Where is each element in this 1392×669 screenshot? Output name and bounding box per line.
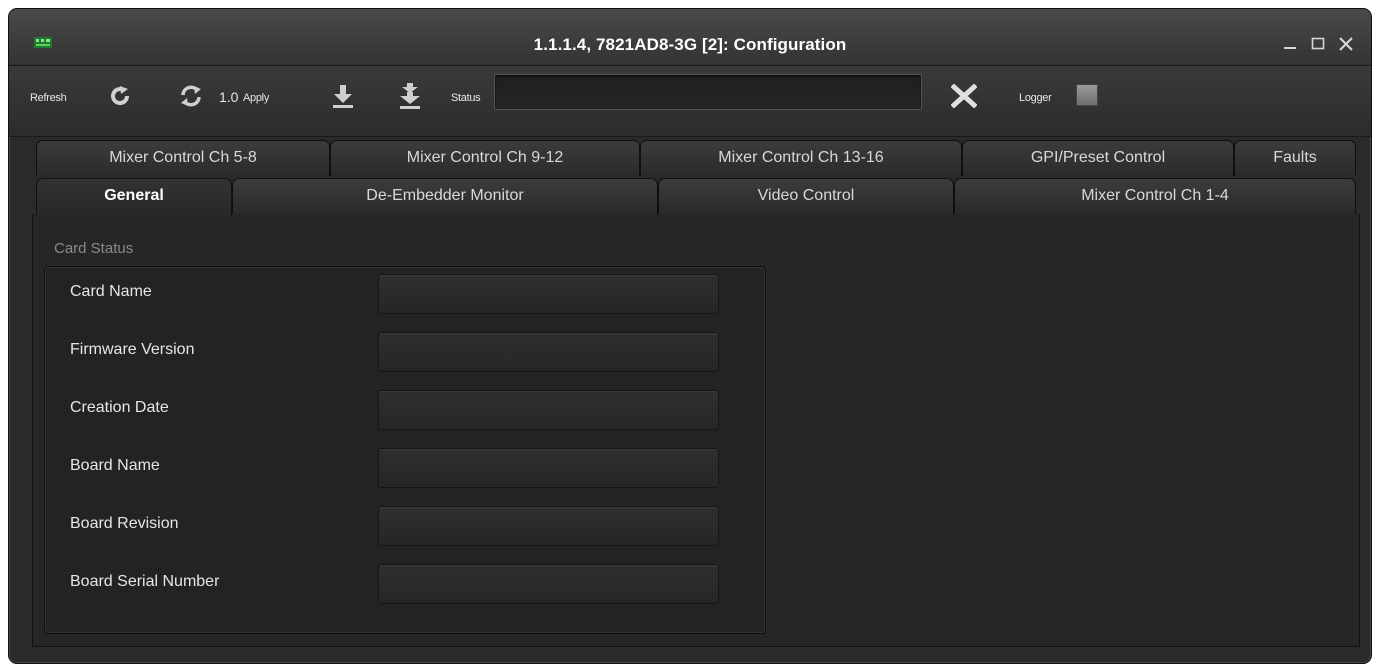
download-icon[interactable] xyxy=(331,83,355,109)
card-name-field[interactable] xyxy=(378,274,719,314)
minimize-icon xyxy=(1284,47,1296,49)
close-button[interactable] xyxy=(1337,35,1355,53)
board-name-field[interactable] xyxy=(378,448,719,488)
tab-general[interactable]: General xyxy=(36,178,232,216)
board-name-label: Board Name xyxy=(70,457,160,474)
card-name-label: Card Name xyxy=(70,283,152,300)
board-revision-field[interactable] xyxy=(378,506,719,546)
tab-faults[interactable]: Faults xyxy=(1234,140,1356,176)
maximize-button[interactable] xyxy=(1309,35,1327,53)
tab-video-control[interactable]: Video Control xyxy=(658,178,954,214)
minimize-button[interactable] xyxy=(1281,35,1299,53)
refresh-label: Refresh xyxy=(30,92,67,104)
board-serial-number-field[interactable] xyxy=(378,564,719,604)
maximize-icon xyxy=(1311,37,1325,50)
download-all-icon[interactable] xyxy=(397,82,423,110)
window-controls xyxy=(1281,35,1355,53)
firmware-version-label: Firmware Version xyxy=(70,341,195,358)
tab-mixer-control-ch-9-12[interactable]: Mixer Control Ch 9-12 xyxy=(330,140,640,176)
auto-refresh-icon[interactable] xyxy=(178,83,204,109)
apply-value: 1.0 xyxy=(219,89,239,105)
logger-icon[interactable] xyxy=(1076,84,1098,106)
status-label: Status xyxy=(451,92,481,104)
status-field[interactable] xyxy=(494,74,922,110)
logger-label: Logger xyxy=(1019,92,1052,104)
tab-de-embedder-monitor[interactable]: De-Embedder Monitor xyxy=(232,178,658,214)
board-serial-number-label: Board Serial Number xyxy=(70,573,220,590)
refresh-icon[interactable] xyxy=(108,84,132,108)
title-bar[interactable]: 1.1.1.4, 7821AD8-3G [2]: Configuration xyxy=(9,9,1371,66)
creation-date-label: Creation Date xyxy=(70,399,169,416)
clear-status-icon[interactable] xyxy=(951,84,977,108)
creation-date-field[interactable] xyxy=(378,390,719,430)
firmware-version-field[interactable] xyxy=(378,332,719,372)
tab-mixer-control-ch-5-8[interactable]: Mixer Control Ch 5-8 xyxy=(36,140,330,176)
window-title: 1.1.1.4, 7821AD8-3G [2]: Configuration xyxy=(533,35,847,54)
tab-gpi-preset-control[interactable]: GPI/Preset Control xyxy=(962,140,1234,176)
board-revision-label: Board Revision xyxy=(70,515,179,532)
close-icon xyxy=(1339,37,1353,51)
tab-mixer-control-ch-1-4[interactable]: Mixer Control Ch 1-4 xyxy=(954,178,1356,214)
tab-mixer-control-ch-13-16[interactable]: Mixer Control Ch 13-16 xyxy=(640,140,962,176)
card-status-group-label: Card Status xyxy=(54,240,134,257)
apply-button[interactable]: Apply xyxy=(243,92,269,104)
